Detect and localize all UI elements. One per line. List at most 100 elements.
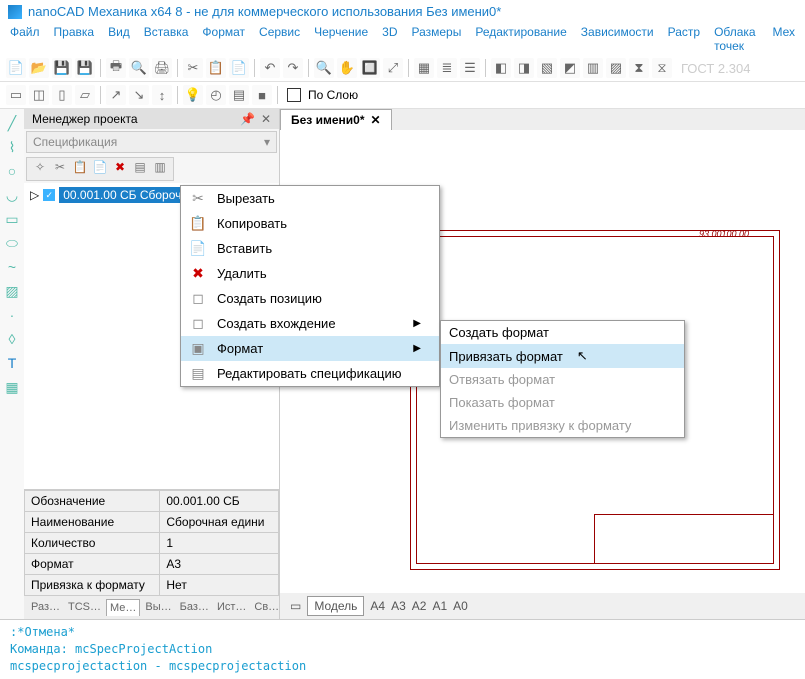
gost-label[interactable]: ГОСТ 2.304 bbox=[681, 61, 750, 76]
panel-tab[interactable]: Баз… bbox=[177, 599, 212, 616]
point-tool-icon[interactable]: · bbox=[3, 307, 21, 325]
panel-tab[interactable]: TCS… bbox=[65, 599, 104, 616]
plot-icon[interactable]: 🖨 bbox=[152, 58, 172, 78]
menu-mech[interactable]: Мех bbox=[772, 25, 795, 53]
menu-modify[interactable]: Редактирование bbox=[475, 25, 566, 53]
preview-icon[interactable]: 🔍 bbox=[129, 58, 149, 78]
table-tool-icon[interactable]: ▦ bbox=[3, 379, 21, 397]
close-panel-icon[interactable]: ✕ bbox=[261, 112, 271, 126]
misc5-icon[interactable]: ▥ bbox=[583, 58, 603, 78]
tb2-5-icon[interactable]: ↗ bbox=[106, 85, 126, 105]
arc-tool-icon[interactable]: ◡ bbox=[3, 187, 21, 205]
command-console[interactable]: :*Отмена* Команда: mcSpecProjectAction m… bbox=[0, 619, 805, 678]
undo-icon[interactable]: ↶ bbox=[260, 58, 280, 78]
hatch-tool-icon[interactable]: ▨ bbox=[3, 283, 21, 301]
circle-tool-icon[interactable]: ○ bbox=[3, 163, 21, 181]
spec-dropdown[interactable]: Спецификация ▾ bbox=[26, 131, 277, 153]
color-swatch[interactable] bbox=[287, 88, 301, 102]
tb2-11-icon[interactable]: ■ bbox=[252, 85, 272, 105]
new-icon[interactable]: 📄 bbox=[6, 58, 26, 78]
redo-icon[interactable]: ↷ bbox=[283, 58, 303, 78]
tb2-3-icon[interactable]: ▯ bbox=[52, 85, 72, 105]
menu-raster[interactable]: Растр bbox=[668, 25, 700, 53]
copy-icon[interactable]: 📋 bbox=[206, 58, 226, 78]
ctx-cut[interactable]: ✂Вырезать bbox=[181, 186, 439, 211]
pan-icon[interactable]: ✋ bbox=[337, 58, 357, 78]
layout-tab[interactable]: A1 bbox=[432, 599, 447, 613]
saveall-icon[interactable]: 💾 bbox=[75, 58, 95, 78]
ptb3-icon[interactable]: 📋 bbox=[71, 160, 89, 178]
menu-service[interactable]: Сервис bbox=[259, 25, 300, 53]
menu-dimensions[interactable]: Размеры bbox=[411, 25, 461, 53]
ctx-edit-spec[interactable]: ▤Редактировать спецификацию bbox=[181, 361, 439, 386]
line-tool-icon[interactable]: ╱ bbox=[3, 115, 21, 133]
menu-pointclouds[interactable]: Облака точек bbox=[714, 25, 758, 53]
ctx-create-entry[interactable]: ◻Создать вхождение▶ bbox=[181, 311, 439, 336]
model-tab[interactable]: Модель bbox=[307, 596, 364, 616]
panel-tab[interactable]: Св… bbox=[251, 599, 282, 616]
layout-tab[interactable]: A4 bbox=[370, 599, 385, 613]
grid-icon[interactable]: ▦ bbox=[414, 58, 434, 78]
document-tab[interactable]: Без имени0* ✕ bbox=[280, 109, 392, 130]
misc4-icon[interactable]: ◩ bbox=[560, 58, 580, 78]
save-icon[interactable]: 💾 bbox=[52, 58, 72, 78]
menu-insert[interactable]: Вставка bbox=[144, 25, 189, 53]
tb2-6-icon[interactable]: ↘ bbox=[129, 85, 149, 105]
rect-tool-icon[interactable]: ▭ bbox=[3, 211, 21, 229]
misc7-icon[interactable]: ⧗ bbox=[629, 58, 649, 78]
ctx-create-format[interactable]: Создать формат bbox=[441, 321, 684, 344]
layer-icon[interactable]: ≣ bbox=[437, 58, 457, 78]
zoom-icon[interactable]: 🔍 bbox=[314, 58, 334, 78]
open-icon[interactable]: 📂 bbox=[29, 58, 49, 78]
close-tab-icon[interactable]: ✕ bbox=[371, 113, 381, 127]
menu-3d[interactable]: 3D bbox=[382, 25, 397, 53]
ptb2-icon[interactable]: ✂ bbox=[51, 160, 69, 178]
sheet-nav-icon[interactable]: ▭ bbox=[290, 599, 301, 613]
ctx-bind-format[interactable]: Привязать формат↖ bbox=[441, 344, 684, 368]
misc1-icon[interactable]: ◧ bbox=[491, 58, 511, 78]
ctx-create-position[interactable]: ◻Создать позицию bbox=[181, 286, 439, 311]
menu-drafting[interactable]: Черчение bbox=[314, 25, 368, 53]
spline-tool-icon[interactable]: ~ bbox=[3, 259, 21, 277]
panel-tab[interactable]: Раз… bbox=[28, 599, 63, 616]
tb2-1-icon[interactable]: ▭ bbox=[6, 85, 26, 105]
misc3-icon[interactable]: ▧ bbox=[537, 58, 557, 78]
print-icon[interactable]: 🖶 bbox=[106, 58, 126, 78]
props-icon[interactable]: ☰ bbox=[460, 58, 480, 78]
cut-icon[interactable]: ✂ bbox=[183, 58, 203, 78]
menu-file[interactable]: Файл bbox=[10, 25, 40, 53]
tb2-4-icon[interactable]: ▱ bbox=[75, 85, 95, 105]
panel-tab[interactable]: Ист… bbox=[214, 599, 249, 616]
misc6-icon[interactable]: ▨ bbox=[606, 58, 626, 78]
polyline-tool-icon[interactable]: ⌇ bbox=[3, 139, 21, 157]
tb2-9-icon[interactable]: ◴ bbox=[206, 85, 226, 105]
layout-tab[interactable]: A0 bbox=[453, 599, 468, 613]
tb2-10-icon[interactable]: ▤ bbox=[229, 85, 249, 105]
ctx-delete[interactable]: ✖Удалить bbox=[181, 261, 439, 286]
misc2-icon[interactable]: ◨ bbox=[514, 58, 534, 78]
pin-icon[interactable]: 📌 bbox=[240, 112, 255, 126]
tb2-7-icon[interactable]: ↕ bbox=[152, 85, 172, 105]
tb2-2-icon[interactable]: ◫ bbox=[29, 85, 49, 105]
misc8-icon[interactable]: ⧖ bbox=[652, 58, 672, 78]
ctx-format[interactable]: ▣Формат▶ bbox=[181, 336, 439, 361]
menu-constraints[interactable]: Зависимости bbox=[581, 25, 654, 53]
region-tool-icon[interactable]: ◊ bbox=[3, 331, 21, 349]
paste-icon[interactable]: 📄 bbox=[229, 58, 249, 78]
ctx-copy[interactable]: 📋Копировать bbox=[181, 211, 439, 236]
ptb7-icon[interactable]: ▥ bbox=[151, 160, 169, 178]
ellipse-tool-icon[interactable]: ⬭ bbox=[3, 235, 21, 253]
expand-icon[interactable]: ▷ bbox=[30, 188, 39, 202]
text-tool-icon[interactable]: T bbox=[3, 355, 21, 373]
panel-tab-active[interactable]: Ме… bbox=[106, 599, 140, 616]
checkbox-icon[interactable]: ✓ bbox=[43, 189, 55, 201]
layer-dropdown[interactable]: По Слою bbox=[308, 88, 358, 102]
panel-tab[interactable]: Вы… bbox=[142, 599, 174, 616]
layout-tab[interactable]: A2 bbox=[412, 599, 427, 613]
ptb6-icon[interactable]: ▤ bbox=[131, 160, 149, 178]
menu-format[interactable]: Формат bbox=[202, 25, 245, 53]
ptb4-icon[interactable]: 📄 bbox=[91, 160, 109, 178]
zoom-window-icon[interactable]: 🔲 bbox=[360, 58, 380, 78]
ptb5-icon[interactable]: ✖ bbox=[111, 160, 129, 178]
tb2-8-icon[interactable]: 💡 bbox=[183, 85, 203, 105]
